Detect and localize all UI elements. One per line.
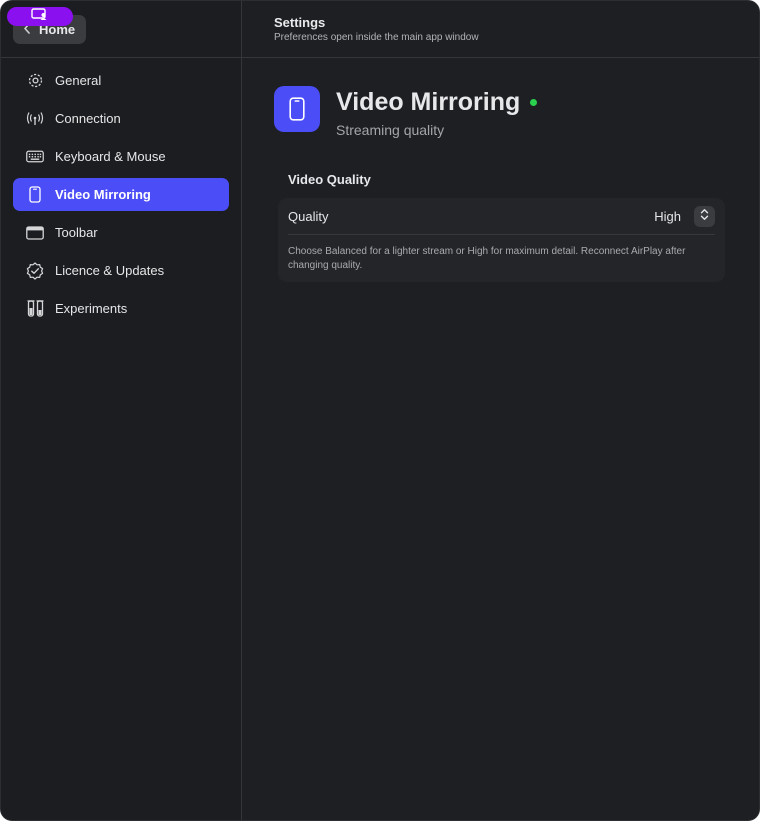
sidebar-item-video-mirroring[interactable]: Video Mirroring bbox=[13, 178, 229, 211]
page-subtitle: Preferences open inside the main app win… bbox=[274, 32, 479, 43]
sidebar-item-label: Connection bbox=[55, 111, 121, 126]
checkmark-seal-icon bbox=[26, 261, 44, 280]
quality-select[interactable] bbox=[694, 206, 715, 227]
sidebar-header: Home bbox=[1, 1, 241, 58]
toolbar-icon bbox=[26, 224, 44, 242]
hero-title: Video Mirroring bbox=[336, 88, 538, 117]
sidebar-nav: General Connection Keyboard & Mouse Vide… bbox=[13, 64, 229, 330]
hero-phone-icon bbox=[274, 86, 320, 132]
sidebar-item-label: Toolbar bbox=[55, 225, 98, 240]
video-quality-heading: Video Quality bbox=[288, 172, 371, 187]
phone-icon bbox=[26, 186, 44, 204]
gear-icon bbox=[26, 72, 44, 90]
test-tubes-icon bbox=[26, 299, 44, 318]
screen-share-badge[interactable] bbox=[7, 7, 73, 26]
antenna-icon bbox=[26, 110, 44, 128]
status-dot-icon bbox=[530, 99, 538, 106]
sidebar-item-connection[interactable]: Connection bbox=[13, 102, 229, 135]
chevron-up-down-icon bbox=[700, 208, 709, 226]
sidebar-item-label: Keyboard & Mouse bbox=[55, 149, 166, 164]
keyboard-icon bbox=[26, 148, 44, 166]
quality-help-text: Choose Balanced for a lighter stream or … bbox=[288, 246, 686, 271]
screen-person-icon bbox=[31, 7, 49, 26]
sidebar: Home General Connection Keyboard & Mouse… bbox=[1, 1, 242, 820]
sidebar-item-general[interactable]: General bbox=[13, 64, 229, 97]
hero-subtitle: Streaming quality bbox=[336, 122, 445, 138]
main-header: Settings Preferences open inside the mai… bbox=[242, 1, 759, 58]
sidebar-item-label: General bbox=[55, 73, 102, 88]
quality-value[interactable]: High bbox=[654, 209, 681, 224]
page-title: Settings bbox=[274, 15, 326, 30]
sidebar-item-label: Experiments bbox=[55, 301, 128, 316]
sidebar-item-experiments[interactable]: Experiments bbox=[13, 292, 229, 325]
settings-window: Home General Connection Keyboard & Mouse… bbox=[0, 0, 760, 821]
hero-title-text: Video Mirroring bbox=[336, 88, 521, 116]
sidebar-item-toolbar[interactable]: Toolbar bbox=[13, 216, 229, 249]
sidebar-item-label: Video Mirroring bbox=[55, 187, 151, 202]
sidebar-item-licence-updates[interactable]: Licence & Updates bbox=[13, 254, 229, 287]
sidebar-item-keyboard-mouse[interactable]: Keyboard & Mouse bbox=[13, 140, 229, 173]
quality-row: Quality High bbox=[288, 198, 715, 235]
quality-label: Quality bbox=[288, 208, 329, 224]
sidebar-item-label: Licence & Updates bbox=[55, 263, 165, 278]
video-quality-card: Quality High Choose Balanced for a light… bbox=[278, 198, 725, 282]
